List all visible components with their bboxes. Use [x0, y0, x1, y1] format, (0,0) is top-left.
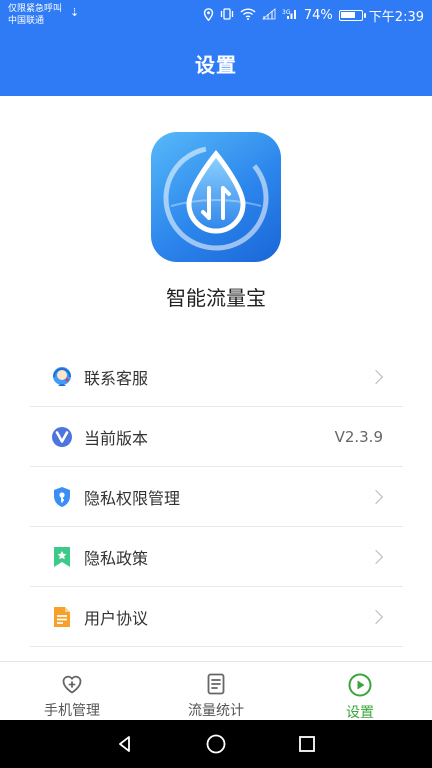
menu-right: [368, 587, 384, 647]
menu-item-version[interactable]: 当前版本 V2.3.9: [30, 407, 403, 467]
signal-icon-2: 3G: [282, 8, 298, 23]
status-time: 下午2:39: [368, 10, 424, 25]
carrier-info: 仅限紧急呼叫 中国联通: [8, 3, 62, 27]
status-bar: 仅限紧急呼叫 中国联通 ⇣ 3G 74% 下午2:39: [0, 0, 432, 30]
menu-item-label: 隐私政策: [84, 548, 149, 568]
app-logo-icon: [151, 132, 281, 262]
customer-service-icon: [50, 365, 74, 389]
signal-icon-1: [261, 8, 276, 23]
menu-item-privacy-policy[interactable]: 隐私政策: [30, 527, 403, 587]
tab-phone-management[interactable]: 手机管理: [0, 662, 144, 720]
carrier-line-1: 仅限紧急呼叫: [8, 4, 63, 14]
tab-traffic-statistics[interactable]: 流量统计: [144, 662, 288, 720]
menu-item-label: 当前版本: [84, 428, 149, 448]
home-icon[interactable]: [196, 724, 236, 764]
menu-right: [368, 527, 384, 587]
tab-label: 流量统计: [188, 703, 244, 719]
heart-plus-icon: [59, 672, 85, 696]
page-title: 设置: [195, 52, 237, 77]
chevron-right-icon: [368, 549, 384, 565]
tab-settings[interactable]: 设置: [288, 662, 432, 721]
back-icon[interactable]: [105, 724, 145, 764]
menu-item-label: 隐私权限管理: [84, 488, 181, 508]
tab-label: 设置: [346, 705, 374, 721]
privacy-permission-icon: [50, 485, 74, 509]
bottom-navigation: 手机管理 流量统计 设置: [0, 661, 432, 721]
app-name: 智能流量宝: [166, 286, 266, 310]
vibrate-icon: [220, 8, 234, 23]
menu-right: [368, 347, 384, 407]
menu-item-customer-service[interactable]: 联系客服: [30, 347, 403, 407]
recent-apps-icon[interactable]: [287, 724, 327, 764]
svg-text:3G: 3G: [282, 9, 291, 16]
system-navigation-bar: [0, 720, 432, 768]
header-bar: 设置: [0, 30, 432, 96]
menu-right: V2.3.9: [335, 407, 383, 467]
menu-item-privacy-permissions[interactable]: 隐私权限管理: [30, 467, 403, 527]
wifi-icon: [240, 8, 256, 23]
battery-level-fill: [340, 12, 355, 18]
carrier-line-2: 中国联通: [8, 16, 45, 26]
settings-menu: 联系客服 当前版本 V2.3.9 隐私权限管理 隐私政策 用户协议: [30, 347, 403, 647]
location-icon: [203, 7, 214, 24]
tab-label: 手机管理: [44, 703, 100, 719]
play-circle-icon: [347, 672, 373, 698]
privacy-policy-icon: [50, 545, 74, 569]
usb-icon: ⇣: [70, 6, 80, 19]
chevron-right-icon: [368, 489, 384, 505]
battery-percent: 74%: [303, 8, 333, 23]
menu-item-user-agreement[interactable]: 用户协议: [30, 587, 403, 647]
document-list-icon: [203, 672, 229, 696]
version-icon: [50, 425, 74, 449]
chevron-right-icon: [368, 609, 384, 625]
chevron-right-icon: [368, 369, 384, 385]
status-right: 3G 74% 下午2:39: [203, 6, 424, 25]
battery-icon: [338, 10, 366, 21]
menu-item-label: 用户协议: [84, 608, 149, 628]
menu-item-label: 联系客服: [84, 368, 149, 388]
user-agreement-icon: [50, 605, 74, 629]
version-value: V2.3.9: [334, 428, 383, 446]
menu-right: [368, 467, 384, 527]
